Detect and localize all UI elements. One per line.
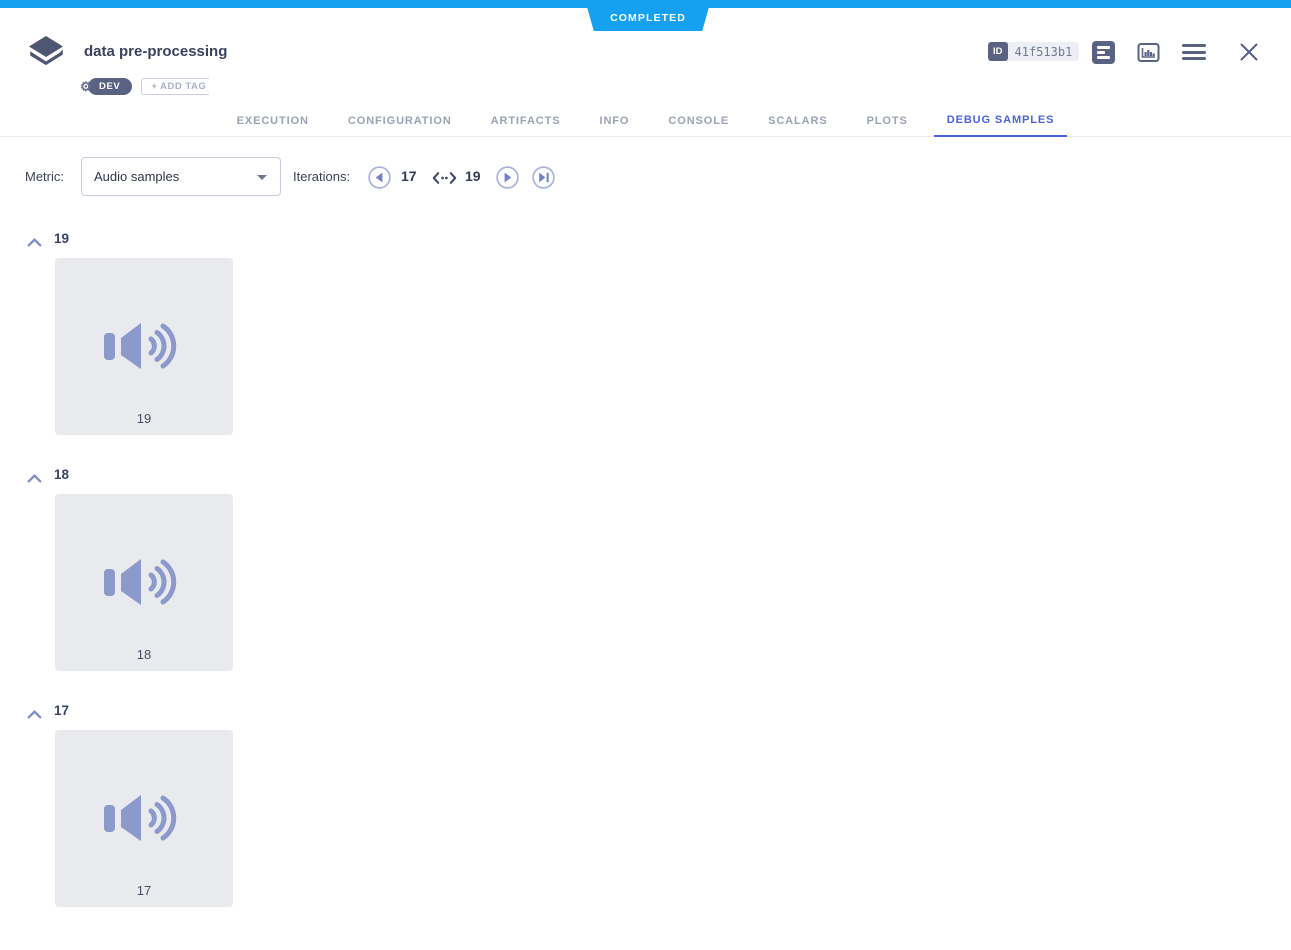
metric-select[interactable]: Audio samples <box>81 157 281 196</box>
close-icon[interactable] <box>1239 42 1259 62</box>
speaker-icon <box>104 323 177 369</box>
add-tag-button[interactable]: + ADD TAG <box>141 78 210 95</box>
audio-sample-card[interactable]: 19 <box>55 258 233 435</box>
tab-console[interactable]: CONSOLE <box>655 104 742 137</box>
previous-iteration-button[interactable] <box>368 166 391 189</box>
iterations-label: Iterations: <box>293 169 351 184</box>
tab-bar: EXECUTION CONFIGURATION ARTIFACTS INFO C… <box>0 104 1291 137</box>
iteration-section: 17 17 <box>0 703 1291 939</box>
iteration-heading: 19 <box>54 231 70 246</box>
experiment-id-chip[interactable]: ID 41f513b1 <box>988 42 1080 61</box>
iteration-heading: 18 <box>54 467 70 482</box>
iteration-heading: 17 <box>54 703 70 718</box>
tag-dev[interactable]: ⚙ DEV <box>80 78 133 95</box>
tab-artifacts[interactable]: ARTIFACTS <box>478 104 574 137</box>
chevron-up-icon[interactable] <box>27 470 42 488</box>
gear-icon: ⚙ <box>80 79 93 94</box>
tab-scalars[interactable]: SCALARS <box>755 104 840 137</box>
sample-caption: 18 <box>136 647 152 662</box>
status-ribbon: COMPLETED <box>585 0 711 31</box>
experiment-type-icon <box>27 35 65 74</box>
iteration-section: 19 19 <box>0 231 1291 467</box>
id-badge: ID <box>988 42 1008 61</box>
tab-debug-samples[interactable]: DEBUG SAMPLES <box>933 104 1068 137</box>
next-iteration-button[interactable] <box>496 166 519 189</box>
metric-select-value: Audio samples <box>94 169 180 184</box>
speaker-icon <box>104 795 177 841</box>
audio-sample-card[interactable]: 17 <box>55 730 233 907</box>
experiment-title: data pre-processing <box>84 43 228 60</box>
chevron-up-icon[interactable] <box>27 234 42 252</box>
sample-caption: 17 <box>136 883 152 898</box>
tag-list: ⚙ DEV + ADD TAG <box>80 78 210 95</box>
iteration-range-end: 19 <box>465 168 481 184</box>
tab-configuration[interactable]: CONFIGURATION <box>335 104 465 137</box>
add-tag-label: + ADD TAG <box>151 81 207 92</box>
details-view-icon[interactable] <box>1092 41 1115 64</box>
status-label: COMPLETED <box>610 11 686 24</box>
iteration-section: 18 18 <box>0 467 1291 703</box>
plots-view-icon[interactable] <box>1137 41 1160 64</box>
audio-sample-card[interactable]: 18 <box>55 494 233 671</box>
iteration-range-start: 17 <box>401 168 417 184</box>
metric-label: Metric: <box>25 169 64 184</box>
caret-down-icon <box>257 175 267 180</box>
id-value: 41f513b1 <box>1014 44 1073 59</box>
iteration-range-icon <box>431 170 457 191</box>
speaker-icon <box>104 559 177 605</box>
tab-info[interactable]: INFO <box>587 104 643 137</box>
last-iteration-button[interactable] <box>532 166 555 189</box>
sample-caption: 19 <box>136 411 152 426</box>
tag-label: DEV <box>99 81 121 92</box>
chevron-up-icon[interactable] <box>27 706 42 724</box>
tab-execution[interactable]: EXECUTION <box>224 104 322 137</box>
tab-plots[interactable]: PLOTS <box>854 104 921 137</box>
menu-icon[interactable] <box>1182 44 1206 60</box>
